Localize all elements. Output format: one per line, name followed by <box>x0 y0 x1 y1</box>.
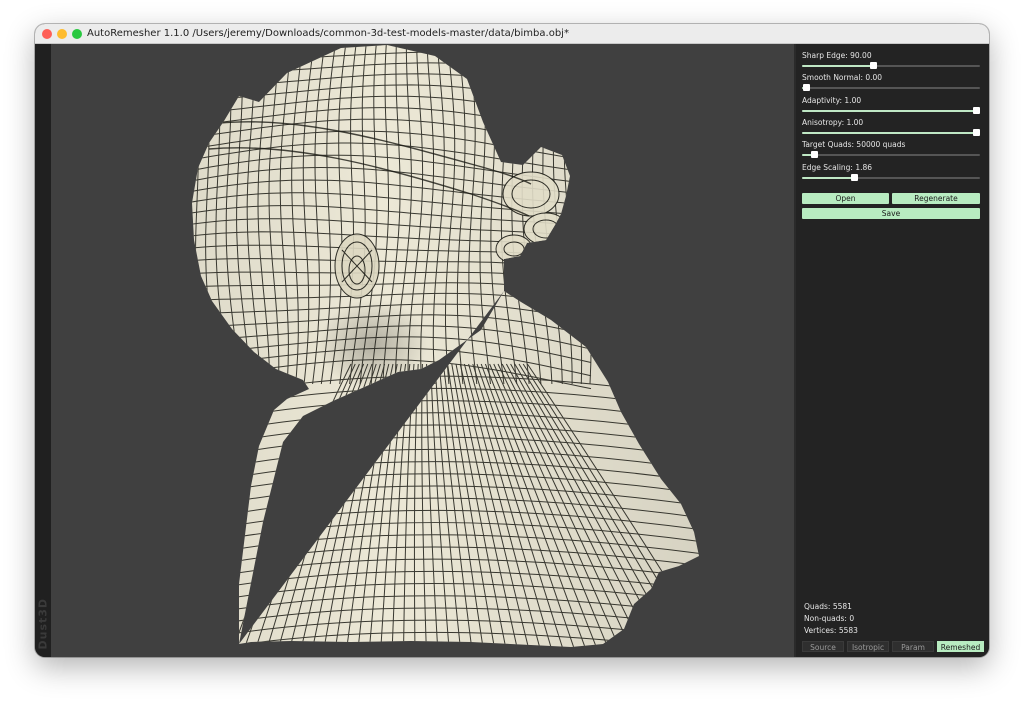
anisotropy-control: Anisotropy: 1.00 <box>802 118 982 136</box>
left-strip: Dust3D <box>35 44 51 657</box>
title-bar: AutoRemesher 1.1.0 /Users/jeremy/Downloa… <box>35 24 989 44</box>
adaptivity-slider[interactable] <box>802 107 981 114</box>
vertices-count: Vertices: 5583 <box>804 626 858 635</box>
mesh-render[interactable] <box>51 44 794 657</box>
edge-scaling-slider[interactable] <box>802 174 980 181</box>
sharp-edge-slider[interactable] <box>802 62 980 69</box>
slider-thumb[interactable] <box>850 174 858 181</box>
sharp-edge-label: Sharp Edge: 90.00 <box>802 51 872 60</box>
anisotropy-label: Anisotropy: 1.00 <box>802 118 864 127</box>
settings-panel: Sharp Edge: 90.00 Smooth Normal: 0.00 Ad… <box>796 44 989 657</box>
edge-scaling-control: Edge Scaling: 1.86 <box>802 163 982 181</box>
non-quads-count: Non-quads: 0 <box>804 614 855 623</box>
tab-isotropic[interactable]: Isotropic <box>847 641 889 652</box>
slider-thumb[interactable] <box>870 62 878 69</box>
adaptivity-control: Adaptivity: 1.00 <box>802 96 982 114</box>
target-quads-label: Target Quads: 50000 quads <box>802 140 906 149</box>
save-button[interactable]: Save <box>802 208 980 219</box>
zoom-window-button[interactable] <box>72 29 82 39</box>
smooth-normal-label: Smooth Normal: 0.00 <box>802 73 883 82</box>
edge-scaling-label: Edge Scaling: 1.86 <box>802 163 873 172</box>
bust-mesh <box>192 45 699 647</box>
view-tabs: Source Isotropic Param Remeshed <box>802 641 984 652</box>
tab-param[interactable]: Param <box>892 641 934 652</box>
dust3d-logo: Dust3D <box>36 597 50 650</box>
tab-source[interactable]: Source <box>802 641 844 652</box>
regenerate-button[interactable]: Regenerate <box>892 193 980 204</box>
open-button[interactable]: Open <box>802 193 889 204</box>
slider-thumb[interactable] <box>811 151 819 158</box>
tab-remeshed[interactable]: Remeshed <box>937 641 984 652</box>
sharp-edge-control: Sharp Edge: 90.00 <box>802 51 982 69</box>
minimize-window-button[interactable] <box>57 29 67 39</box>
smooth-normal-control: Smooth Normal: 0.00 <box>802 73 982 91</box>
target-quads-slider[interactable] <box>802 151 980 158</box>
close-window-button[interactable] <box>42 29 52 39</box>
quads-count: Quads: 5581 <box>804 602 852 611</box>
window-title: AutoRemesher 1.1.0 /Users/jeremy/Downloa… <box>87 28 569 39</box>
smooth-normal-slider[interactable] <box>802 84 980 91</box>
anisotropy-slider[interactable] <box>802 129 981 136</box>
target-quads-control: Target Quads: 50000 quads <box>802 140 982 158</box>
slider-thumb[interactable] <box>973 107 981 114</box>
app-window: AutoRemesher 1.1.0 /Users/jeremy/Downloa… <box>35 24 989 657</box>
slider-thumb[interactable] <box>973 129 981 136</box>
3d-viewport[interactable] <box>51 44 794 657</box>
adaptivity-label: Adaptivity: 1.00 <box>802 96 862 105</box>
slider-thumb[interactable] <box>802 84 810 91</box>
